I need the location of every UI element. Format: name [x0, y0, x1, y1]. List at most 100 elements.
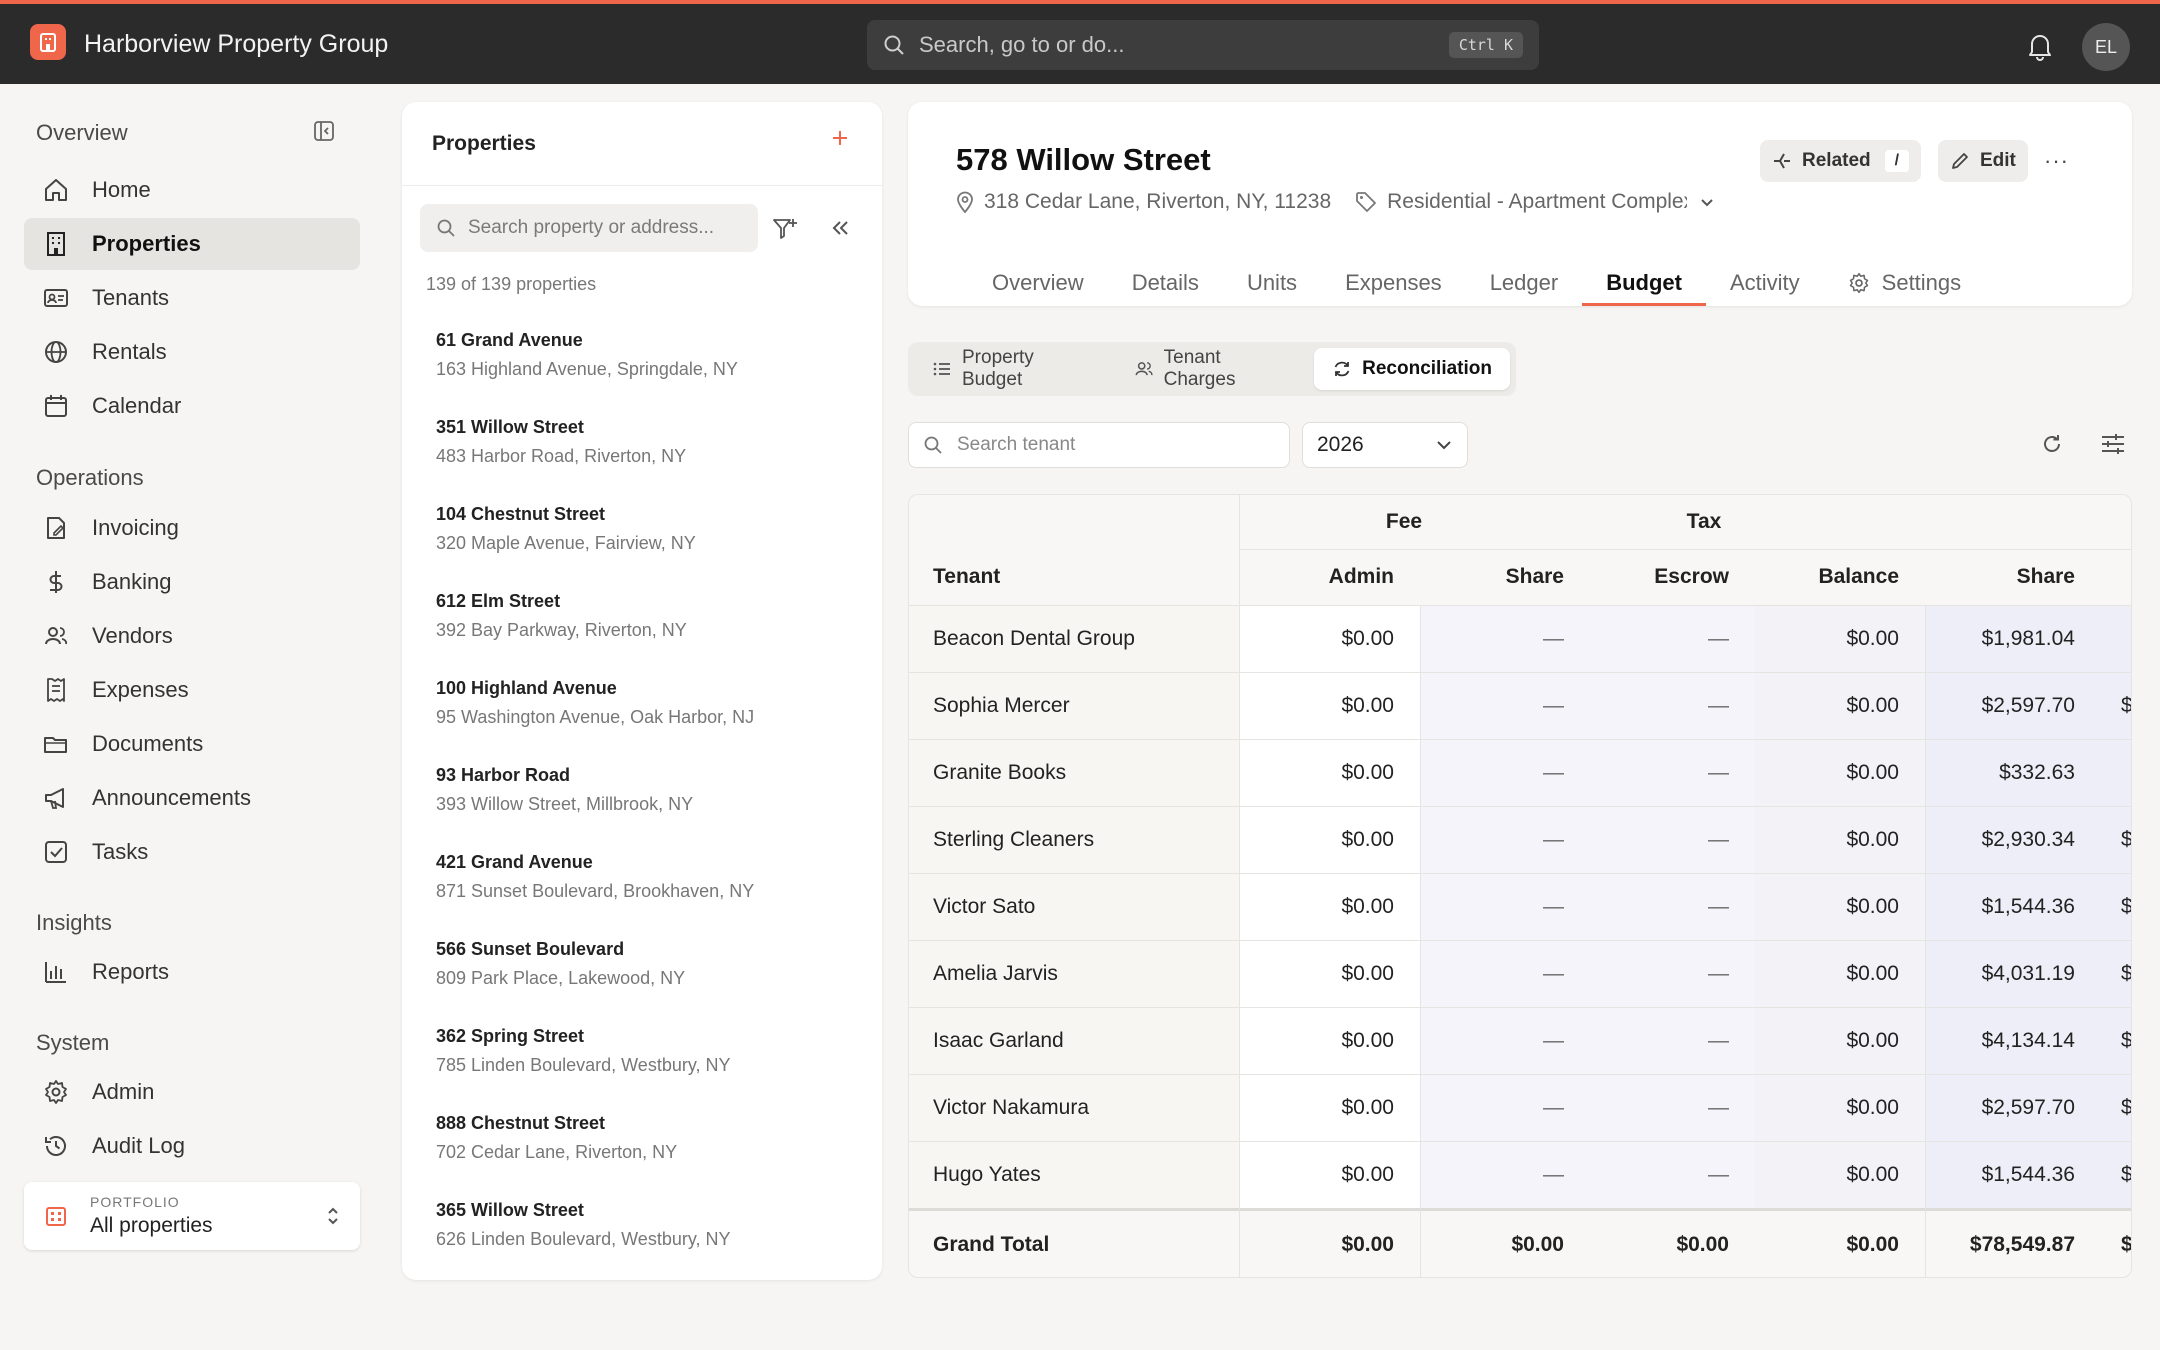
- subtab-label: Property Budget: [962, 347, 1034, 390]
- column-header-escrow[interactable]: Escrow: [1590, 549, 1755, 605]
- list-item[interactable]: 365 Willow Street 626 Linden Boulevard, W…: [402, 1200, 882, 1280]
- cell-admin: $0.00: [1341, 760, 1394, 784]
- sidebar-collapse-icon[interactable]: [313, 120, 335, 142]
- cell-overflow: $: [2121, 1028, 2132, 1052]
- properties-panel: Properties Search property or address...…: [402, 102, 882, 1280]
- collapse-panel-icon[interactable]: [828, 216, 852, 240]
- sidebar-item-calendar[interactable]: Calendar: [24, 380, 360, 432]
- sidebar-item-tasks[interactable]: Tasks: [24, 826, 360, 878]
- sidebar-item-label: Expenses: [92, 677, 189, 702]
- cell-admin: $0.00: [1341, 961, 1394, 985]
- list-item[interactable]: 566 Sunset Boulevard 809 Park Place, Lake…: [402, 939, 882, 1026]
- list-item[interactable]: 104 Chestnut Street 320 Maple Avenue, Fai…: [402, 504, 882, 591]
- cell-tenant: Sophia Mercer: [933, 693, 1070, 717]
- notifications-bell-icon[interactable]: [2026, 31, 2054, 61]
- property-name: 362 Spring Street: [436, 1026, 585, 1046]
- sidebar-item-banking[interactable]: Banking: [24, 556, 360, 608]
- reconciliation-table: Fee Tax Tenant Admin Share Escrow Balanc…: [908, 494, 2132, 1278]
- related-button-label: Related: [1802, 150, 1871, 171]
- add-property-button[interactable]: [830, 128, 850, 148]
- list-item[interactable]: 351 Willow Street 483 Harbor Road, Rivert…: [402, 417, 882, 504]
- property-search-input[interactable]: Search property or address...: [420, 204, 758, 252]
- more-options-icon[interactable]: ···: [2044, 148, 2069, 174]
- column-header-admin[interactable]: Admin: [1239, 549, 1420, 605]
- user-avatar[interactable]: EL: [2082, 23, 2130, 71]
- list-item[interactable]: 61 Grand Avenue 163 Highland Avenue, Spri…: [402, 330, 882, 417]
- global-search-placeholder: Search, go to or do...: [919, 32, 1125, 57]
- sidebar-item-properties[interactable]: Properties: [24, 218, 360, 270]
- year-select-value: 2026: [1317, 433, 1364, 456]
- bar-chart-icon: [42, 958, 70, 986]
- column-header-fee-share[interactable]: Share: [1420, 549, 1590, 605]
- cell-tax-share: $2,930.34: [1981, 827, 2075, 851]
- property-address: 163 Highland Avenue, Springdale, NY: [436, 359, 738, 379]
- chevron-up-down-icon: [324, 1204, 342, 1228]
- cell-escrow: —: [1708, 894, 1729, 918]
- cell-tenant: Hugo Yates: [933, 1162, 1041, 1186]
- cell-admin: $0.00: [1341, 1028, 1394, 1052]
- tab-ledger[interactable]: Ledger: [1466, 262, 1583, 304]
- sidebar-item-rentals[interactable]: Rentals: [24, 326, 360, 378]
- related-button[interactable]: Related /: [1760, 140, 1922, 182]
- column-header-tax-share[interactable]: Share: [1925, 549, 2101, 605]
- id-card-icon: [42, 284, 70, 312]
- list-item[interactable]: 100 Highland Avenue 95 Washington Avenue,…: [402, 678, 882, 765]
- list-item[interactable]: 362 Spring Street 785 Linden Boulevard, W…: [402, 1026, 882, 1113]
- cell-tax-share: $1,544.36: [1981, 1162, 2075, 1186]
- sidebar-item-announcements[interactable]: Announcements: [24, 772, 360, 824]
- users-icon: [42, 622, 70, 650]
- tab-budget[interactable]: Budget: [1582, 262, 1706, 306]
- cell-balance: $0.00: [1846, 626, 1899, 650]
- grand-total-label: Grand Total: [933, 1233, 1050, 1256]
- cell-tax-share: $2,597.70: [1981, 1095, 2075, 1119]
- global-search[interactable]: Search, go to or do... Ctrl K: [867, 20, 1539, 70]
- property-address: 320 Maple Avenue, Fairview, NY: [436, 533, 696, 553]
- edit-button[interactable]: Edit: [1938, 140, 2028, 182]
- column-settings-icon[interactable]: [2100, 432, 2126, 456]
- cell-fee-share: —: [1543, 827, 1564, 851]
- total-balance: $0.00: [1846, 1233, 1899, 1256]
- sidebar-item-tenants[interactable]: Tenants: [24, 272, 360, 324]
- sidebar-item-vendors[interactable]: Vendors: [24, 610, 360, 662]
- column-header-tenant[interactable]: Tenant: [933, 549, 1000, 605]
- subtab-reconciliation[interactable]: Reconciliation: [1314, 348, 1510, 390]
- cell-overflow: $: [2121, 1095, 2132, 1119]
- sidebar-item-admin[interactable]: Admin: [24, 1066, 360, 1118]
- sidebar-item-invoicing[interactable]: Invoicing: [24, 502, 360, 554]
- refresh-icon[interactable]: [2040, 432, 2064, 456]
- sidebar-item-reports[interactable]: Reports: [24, 946, 360, 998]
- cell-tax-share: $332.63: [1999, 760, 2075, 784]
- list-item[interactable]: 93 Harbor Road 393 Willow Street, Millbro…: [402, 765, 882, 852]
- cell-fee-share: —: [1543, 626, 1564, 650]
- sidebar-item-label: Documents: [92, 731, 204, 756]
- tab-overview[interactable]: Overview: [968, 262, 1108, 304]
- chevron-down-icon[interactable]: [1699, 194, 1715, 210]
- list-item[interactable]: 421 Grand Avenue 871 Sunset Boulevard, Br…: [402, 852, 882, 939]
- column-header-balance[interactable]: Balance: [1755, 549, 1925, 605]
- list-item[interactable]: 888 Chestnut Street 702 Cedar Lane, River…: [402, 1113, 882, 1200]
- subtab-tenant-charges[interactable]: Tenant Charges: [1116, 347, 1315, 390]
- year-select[interactable]: 2026: [1302, 422, 1468, 468]
- subtab-property-budget[interactable]: Property Budget: [914, 347, 1116, 390]
- cell-admin: $0.00: [1341, 693, 1394, 717]
- list-item[interactable]: 612 Elm Street 392 Bay Parkway, Riverton,…: [402, 591, 882, 678]
- tab-expenses[interactable]: Expenses: [1321, 262, 1466, 304]
- sidebar-item-home[interactable]: Home: [24, 164, 360, 216]
- sidebar-item-documents[interactable]: Documents: [24, 718, 360, 770]
- total-overflow: $: [2121, 1233, 2132, 1256]
- tab-units[interactable]: Units: [1223, 262, 1321, 304]
- tab-settings[interactable]: Settings: [1824, 262, 1986, 304]
- tenant-search-input[interactable]: Search tenant: [908, 422, 1290, 468]
- cell-balance: $0.00: [1846, 760, 1899, 784]
- page-title: 578 Willow Street: [956, 142, 1211, 177]
- portfolio-switcher[interactable]: PORTFOLIO All properties: [24, 1182, 360, 1250]
- cell-fee-share: —: [1543, 961, 1564, 985]
- app-logo[interactable]: [30, 24, 66, 60]
- tab-activity[interactable]: Activity: [1706, 262, 1824, 304]
- sidebar-item-audit-log[interactable]: Audit Log: [24, 1120, 360, 1172]
- tab-details[interactable]: Details: [1108, 262, 1223, 304]
- sidebar-item-expenses[interactable]: Expenses: [24, 664, 360, 716]
- sidebar-item-label: Home: [92, 177, 151, 202]
- filter-add-icon[interactable]: [772, 216, 798, 242]
- cell-overflow: $: [2121, 961, 2132, 985]
